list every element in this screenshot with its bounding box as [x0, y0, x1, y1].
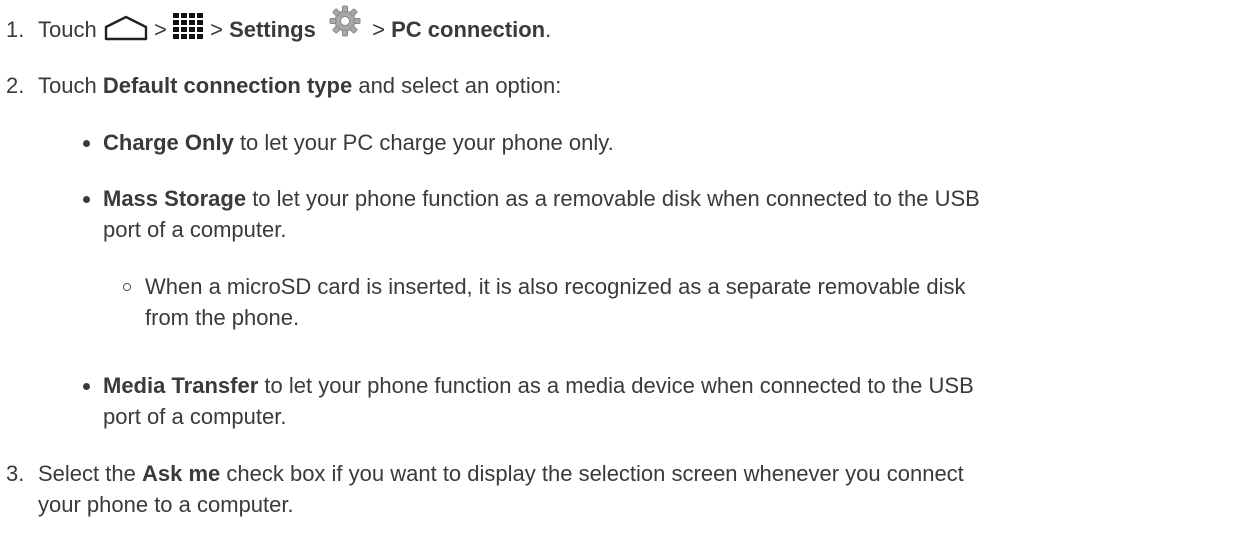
- default-connection-type-label: Default connection type: [102, 73, 353, 98]
- option-media-transfer: Media Transfer to let your phone functio…: [83, 370, 1223, 432]
- option-title: Media Transfer: [103, 373, 259, 398]
- sub-bullet-circle: [123, 283, 131, 291]
- option-text-cont: port of a computer.: [103, 217, 287, 242]
- step-text: check box if you want to display the sel…: [226, 461, 964, 486]
- option-text: to let your phone function as a media de…: [264, 373, 974, 398]
- option-mass-storage: Mass Storage to let your phone function …: [83, 183, 1223, 245]
- separator: >: [372, 17, 385, 42]
- option-text-cont: port of a computer.: [103, 404, 287, 429]
- step-text-cont: your phone to a computer.: [38, 492, 294, 517]
- settings-gear-icon: [328, 4, 362, 38]
- option-title: Charge Only: [103, 130, 234, 155]
- option-title: Mass Storage: [103, 186, 247, 211]
- step-number: 3.: [6, 461, 25, 486]
- bullet-dot: [83, 196, 90, 203]
- separator: >: [210, 17, 223, 42]
- settings-label: Settings: [229, 17, 316, 42]
- sub-note-text-cont: from the phone.: [145, 305, 300, 330]
- apps-grid-icon: [172, 12, 204, 40]
- step-number: 2.: [6, 73, 25, 98]
- step-text: and select an option:: [358, 73, 562, 98]
- sub-note-text: When a microSD card is inserted, it is a…: [145, 274, 966, 299]
- bullet-dot: [83, 140, 90, 147]
- home-icon: [104, 15, 148, 41]
- pc-connection-label: PC connection: [391, 17, 546, 42]
- step-text: Select the: [38, 461, 136, 486]
- separator: >: [153, 17, 167, 42]
- step-text: Touch: [38, 17, 97, 42]
- option-text: to let your PC charge your phone only.: [239, 130, 614, 155]
- step-number: 1.: [6, 17, 25, 42]
- sub-note-microsd: When a microSD card is inserted, it is a…: [123, 271, 1205, 333]
- bullet-dot: [83, 383, 90, 390]
- option-charge-only: Charge Only to let your PC charge your p…: [83, 127, 1223, 158]
- period: .: [545, 17, 552, 42]
- step-text: Touch: [38, 73, 97, 98]
- option-text: to let your phone function as a removabl…: [252, 186, 980, 211]
- ask-me-label: Ask me: [141, 461, 221, 486]
